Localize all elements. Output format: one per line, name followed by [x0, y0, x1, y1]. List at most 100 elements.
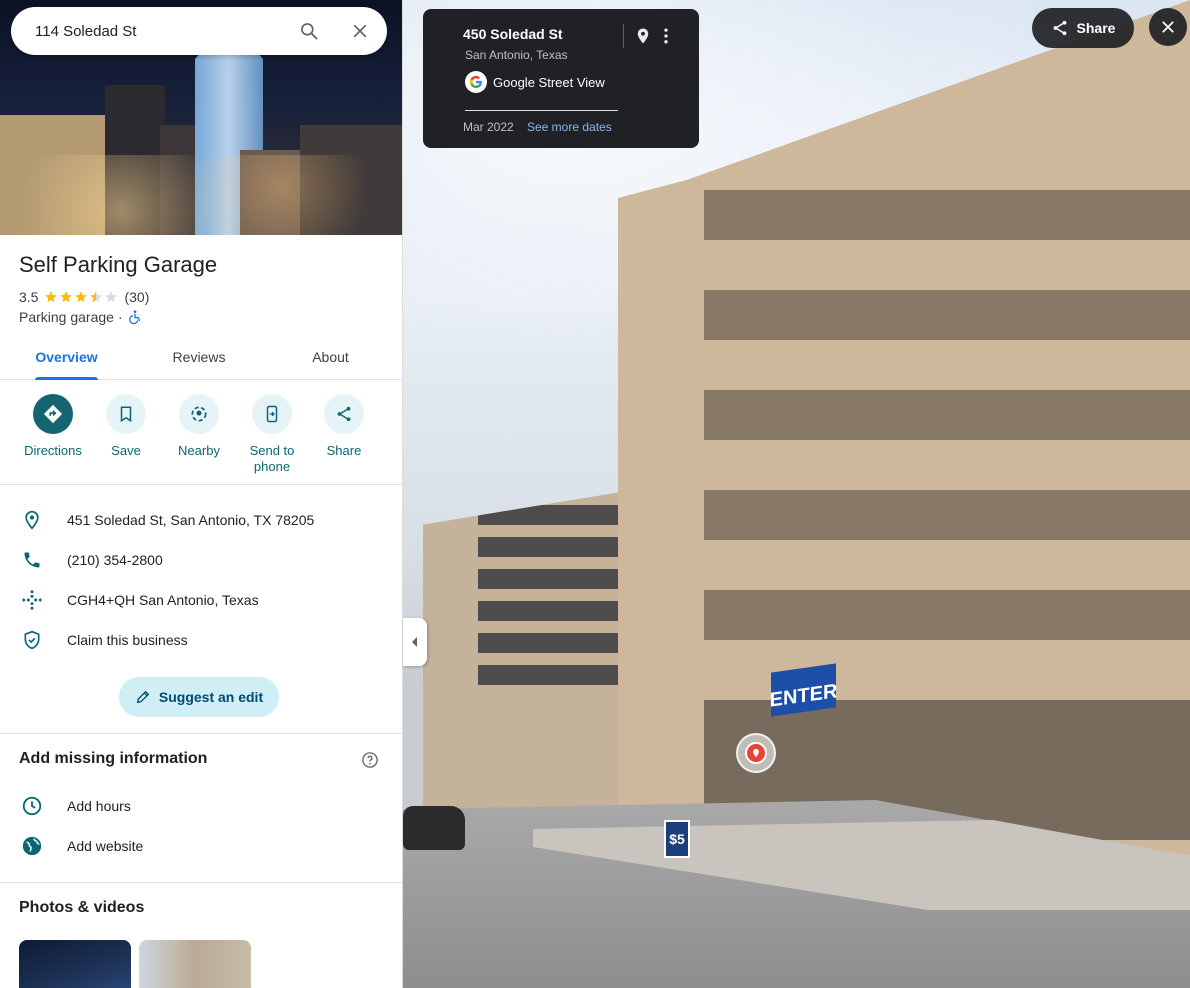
share-button[interactable]: Share [307, 394, 381, 459]
phone-row[interactable]: (210) 354-2800 [0, 540, 402, 580]
add-hours-text: Add hours [67, 798, 131, 814]
rating-value: 3.5 [19, 289, 39, 305]
street-view-share-label: Share [1076, 20, 1116, 36]
garage-level-opening [703, 390, 1190, 440]
star-icon [90, 291, 103, 303]
search-button[interactable] [297, 19, 321, 43]
search-box [11, 7, 387, 55]
add-website-row[interactable]: Add website [0, 826, 402, 866]
street-view-share-button[interactable]: Share [1032, 8, 1134, 48]
send-to-phone-label-line2: phone [253, 459, 291, 474]
action-bar: Directions Save Nearby Send to phone Shar… [0, 380, 402, 485]
missing-info-heading: Add missing information [19, 750, 208, 767]
claim-business-text: Claim this business [67, 632, 188, 648]
add-website-text: Add website [67, 838, 144, 854]
nearby-label: Nearby [178, 443, 220, 458]
bookmark-icon [120, 406, 132, 423]
share-label: Share [326, 443, 362, 458]
location-pin-icon[interactable] [634, 26, 652, 46]
tab-about[interactable]: About [303, 338, 358, 379]
garage-level-opening [703, 590, 1190, 640]
hero-city-lights [0, 155, 402, 235]
search-input[interactable] [35, 19, 285, 43]
garage-level-opening [703, 190, 1190, 240]
tab-overview[interactable]: Overview [35, 338, 98, 380]
street-view-provider-label: Google Street View [493, 74, 605, 90]
close-icon [353, 24, 367, 38]
street-view-city: San Antonio, Texas [465, 48, 568, 62]
address-text: 451 Soledad St, San Antonio, TX 78205 [67, 512, 315, 528]
category-separator: · [117, 309, 123, 325]
rating-stars [44, 290, 118, 304]
phone-icon [24, 552, 40, 568]
globe-icon [22, 836, 42, 856]
section-divider [0, 733, 402, 734]
clear-search-button[interactable] [348, 19, 372, 43]
map-pin-icon [753, 748, 759, 758]
card-divider [465, 110, 618, 111]
capture-date: Mar 2022 [463, 120, 514, 134]
share-icon [337, 406, 351, 422]
place-category[interactable]: Parking garage [19, 309, 114, 325]
star-icon [60, 291, 73, 303]
suggest-edit-button[interactable]: Suggest an edit [119, 677, 279, 717]
save-button[interactable]: Save [89, 394, 163, 459]
parked-car [403, 806, 465, 850]
close-street-view-button[interactable] [1149, 8, 1187, 46]
collapse-panel-button[interactable] [403, 618, 427, 666]
add-hours-row[interactable]: Add hours [0, 786, 402, 826]
garage-enter-sign: ENTER [770, 663, 837, 717]
missing-info-list: Add hours Add website [0, 786, 402, 866]
star-icon [75, 291, 88, 303]
address-row[interactable]: 451 Soledad St, San Antonio, TX 78205 [0, 500, 402, 540]
star-icon [45, 291, 58, 303]
rating-row[interactable]: 3.5 (30) [19, 289, 149, 305]
category-row: Parking garage · [19, 309, 143, 325]
send-to-phone-label: Send to phone [235, 443, 309, 475]
garage-level-opening [703, 290, 1190, 340]
street-view-provider: Google Street View [465, 71, 605, 93]
send-to-phone-label-line1: Send to [249, 443, 295, 458]
plus-code-icon [22, 590, 42, 610]
claim-business-row[interactable]: Claim this business [0, 620, 402, 660]
share-icon [1053, 20, 1066, 36]
street-view-info-card: 450 Soledad St San Antonio, Texas Google… [423, 9, 699, 148]
place-title: Self Parking Garage [19, 252, 218, 277]
chevron-left-icon [412, 637, 417, 647]
help-icon[interactable] [361, 751, 379, 769]
location-pin-icon [25, 510, 39, 530]
phone-text: (210) 354-2800 [67, 552, 163, 568]
info-list: 451 Soledad St, San Antonio, TX 78205 (2… [0, 500, 402, 660]
see-more-dates-link[interactable]: See more dates [527, 120, 612, 134]
send-to-phone-icon [266, 405, 278, 423]
google-logo-icon [465, 71, 487, 93]
section-divider [0, 882, 402, 883]
price-sign: $5 [664, 820, 690, 858]
suggest-edit-label: Suggest an edit [158, 689, 264, 705]
verified-shield-icon [24, 630, 40, 650]
place-tabs: Overview Reviews About [0, 338, 402, 380]
nearby-button[interactable]: Nearby [162, 394, 236, 459]
send-to-phone-button[interactable]: Send to phone [235, 394, 309, 475]
directions-button[interactable]: Directions [16, 394, 90, 459]
street-view-panorama[interactable]: ENTER $5 450 Soledad St San Antonio, Tex… [403, 0, 1190, 988]
tab-reviews[interactable]: Reviews [165, 338, 233, 379]
photo-thumbnail[interactable] [139, 940, 251, 988]
photos-heading: Photos & videos [19, 899, 145, 916]
plus-code-row[interactable]: CGH4+QH San Antonio, Texas [0, 580, 402, 620]
photo-thumbnail[interactable] [19, 940, 131, 988]
search-icon [301, 23, 318, 40]
directions-icon [43, 404, 63, 424]
plus-code-text: CGH4+QH San Antonio, Texas [67, 592, 259, 608]
more-options-icon[interactable] [660, 26, 672, 46]
wheelchair-icon[interactable] [127, 309, 143, 325]
close-icon [1162, 21, 1174, 33]
star-icon [105, 291, 118, 303]
card-divider [623, 24, 624, 48]
nearby-icon [191, 406, 207, 422]
save-label: Save [111, 443, 141, 458]
place-panel: Self Parking Garage 3.5 (30) Parking gar… [0, 0, 403, 988]
pencil-icon [136, 690, 150, 704]
review-count[interactable]: (30) [124, 289, 149, 305]
place-marker[interactable] [736, 733, 776, 773]
